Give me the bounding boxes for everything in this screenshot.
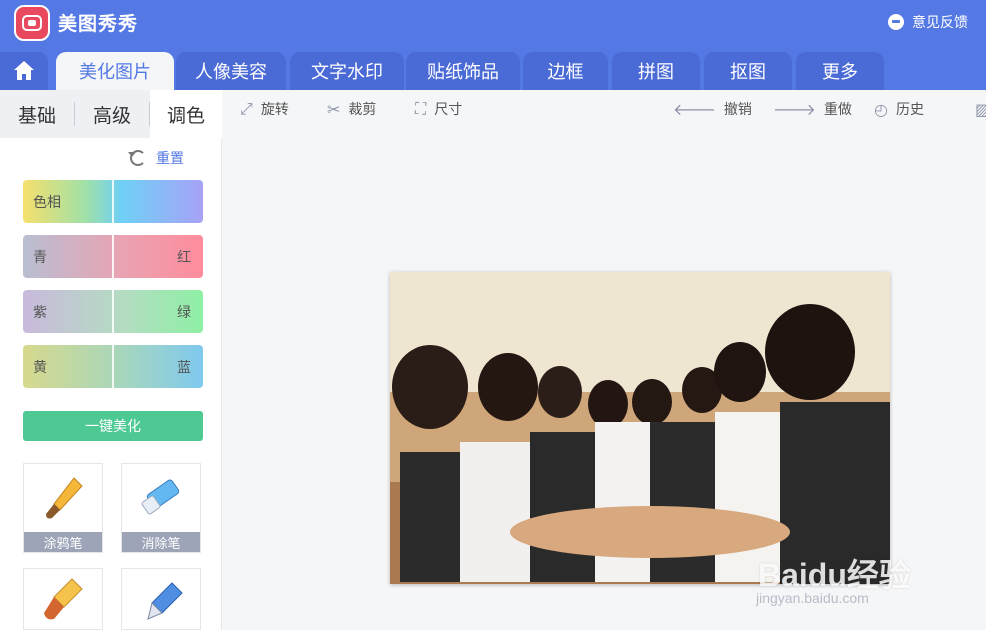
tab-frames[interactable]: 边框 [523,52,608,90]
rotate-label: 旋转 [260,102,289,118]
slider-label-left: 黄 [33,360,47,376]
history-button[interactable]: ◴ 历史 [874,98,924,120]
crop-label: 裁剪 [348,102,377,118]
doodle-pen-tool[interactable]: 涂鸦笔 [23,463,103,553]
slider-thumb[interactable] [112,345,114,388]
app-header: 美图秀秀 意见反馈 [0,0,986,50]
slider-label-left: 青 [33,250,47,266]
size-button[interactable]: ⛶ 尺寸 [415,98,462,120]
reset-label: 重置 [156,151,184,167]
reset-icon [128,150,146,166]
editor-toolbar: ⤢ 旋转 ✂ 裁剪 ⛶ 尺寸 🡐 撤销 🡒 重做 ◴ 历史 ▨ [223,90,986,130]
eraser-tool[interactable]: 消除笔 [121,463,201,553]
slider-label-right: 红 [177,250,191,266]
tab-text[interactable]: 文字水印 [290,52,404,90]
slider-label-left: 色相 [33,195,61,211]
app-title: 美图秀秀 [58,13,139,35]
undo-label: 撤销 [723,102,752,118]
one-click-beautify-button[interactable]: 一键美化 [23,411,203,441]
baidu-watermark-url: jingyan.baidu.com [756,590,869,606]
feedback-label: 意见反馈 [912,15,968,31]
chat-bubble-icon [888,14,904,30]
left-panel: 基础 高级 调色 重置 色相 青 红 紫 绿 黄 蓝 一键美化 涂鸦笔 消除笔 [0,90,222,630]
subtab-bar: 基础 高级 调色 [0,90,222,138]
pen-tool[interactable] [121,568,201,630]
photo-content [390,272,890,584]
tab-stickers[interactable]: 贴纸饰品 [406,52,520,90]
slider-label-right: 蓝 [177,360,191,376]
scissors-icon: ✂ [327,99,341,119]
undo-button[interactable]: 🡐 撤销 [673,98,752,120]
slider-thumb[interactable] [112,290,114,333]
resize-icon: ⛶ [415,99,427,118]
eraser-icon [141,479,180,515]
reset-button[interactable]: 重置 [128,148,184,168]
redo-button[interactable]: 🡒 重做 [773,98,852,120]
paint-brush-icon [44,578,83,620]
feedback-button[interactable]: 意见反馈 [888,12,968,32]
tab-portrait[interactable]: 人像美容 [176,52,286,90]
history-label: 历史 [895,102,924,118]
tab-more[interactable]: 更多 [796,52,884,90]
subtab-basic[interactable]: 基础 [0,90,74,138]
undo-arrow-icon: 🡐 [673,100,716,119]
tab-beautify[interactable]: 美化图片 [56,52,174,90]
edited-photo[interactable] [390,272,890,584]
subtab-color[interactable]: 调色 [150,90,222,138]
slider-label-right: 绿 [177,305,191,321]
redo-label: 重做 [823,102,852,118]
size-label: 尺寸 [434,102,463,118]
tool-caption: 消除笔 [122,532,200,552]
cyan-red-slider[interactable]: 青 红 [23,235,203,278]
hue-slider[interactable]: 色相 [23,180,203,223]
yellow-blue-slider[interactable]: 黄 蓝 [23,345,203,388]
pen-icon [147,582,183,620]
tab-collage[interactable]: 拼图 [612,52,700,90]
image-icon: ▨ [975,99,986,119]
image-compare-button[interactable]: ▨ [975,98,986,120]
main-tabbar: 美化图片 人像美容 文字水印 贴纸饰品 边框 拼图 抠图 更多 [0,50,986,90]
purple-green-slider[interactable]: 紫 绿 [23,290,203,333]
slider-label-left: 紫 [33,305,47,321]
rotate-button[interactable]: ⤢ 旋转 [240,98,289,120]
slider-thumb[interactable] [112,235,114,278]
paint-brush-tool[interactable] [23,568,103,630]
redo-arrow-icon: 🡒 [773,100,816,119]
home-button[interactable] [0,52,48,90]
subtab-advanced[interactable]: 高级 [75,90,149,138]
crop-button[interactable]: ✂ 裁剪 [327,98,376,120]
brush-icon [46,477,83,519]
app-logo [14,5,50,41]
rotate-icon: ⤢ [240,99,253,118]
tab-cutout[interactable]: 抠图 [704,52,792,90]
clock-icon: ◴ [874,99,888,119]
slider-thumb[interactable] [112,180,114,223]
tool-caption: 涂鸦笔 [24,532,102,552]
